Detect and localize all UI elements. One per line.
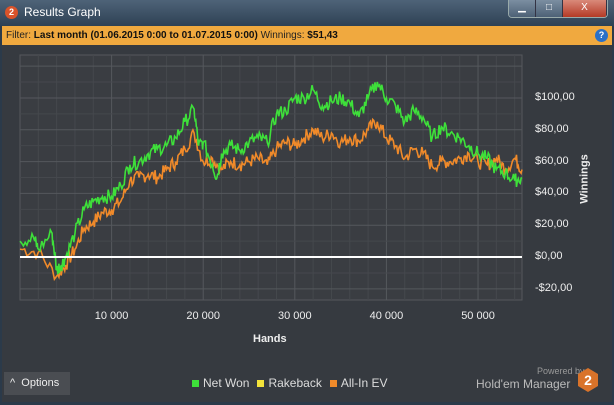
chevron-up-icon: ^	[10, 377, 16, 389]
x-tick-label: 50 000	[461, 310, 495, 322]
legend-rakeback[interactable]: Rakeback	[257, 376, 322, 390]
y-tick-label: $0,00	[535, 250, 563, 263]
powered-by: Powered by	[537, 366, 585, 376]
results-chart	[19, 54, 523, 301]
brand-name: Hold'em Manager	[476, 377, 571, 391]
x-tick-label: 40 000	[369, 310, 404, 322]
options-label: Options	[21, 377, 60, 389]
legend-net-won[interactable]: Net Won	[192, 376, 249, 390]
x-tick-label: 30 000	[277, 310, 312, 322]
x-tick-label: 20 000	[186, 310, 221, 322]
y-axis-title: Winnings	[578, 154, 591, 204]
y-tick-label: $100,00	[535, 90, 575, 103]
y-tick-label: $20,00	[535, 218, 569, 231]
x-axis-title: Hands	[253, 333, 287, 345]
legend: Net Won Rakeback All-In EV	[192, 376, 388, 390]
options-toggle[interactable]: ^ Options	[4, 372, 70, 395]
y-tick-label: $60,00	[535, 154, 569, 167]
y-tick-label: $80,00	[535, 122, 569, 135]
y-tick-label: -$20,00	[535, 281, 573, 294]
x-tick-label: 10 000	[94, 310, 129, 322]
y-tick-label: $40,00	[535, 186, 569, 199]
legend-all-in-ev[interactable]: All-In EV	[329, 376, 388, 390]
